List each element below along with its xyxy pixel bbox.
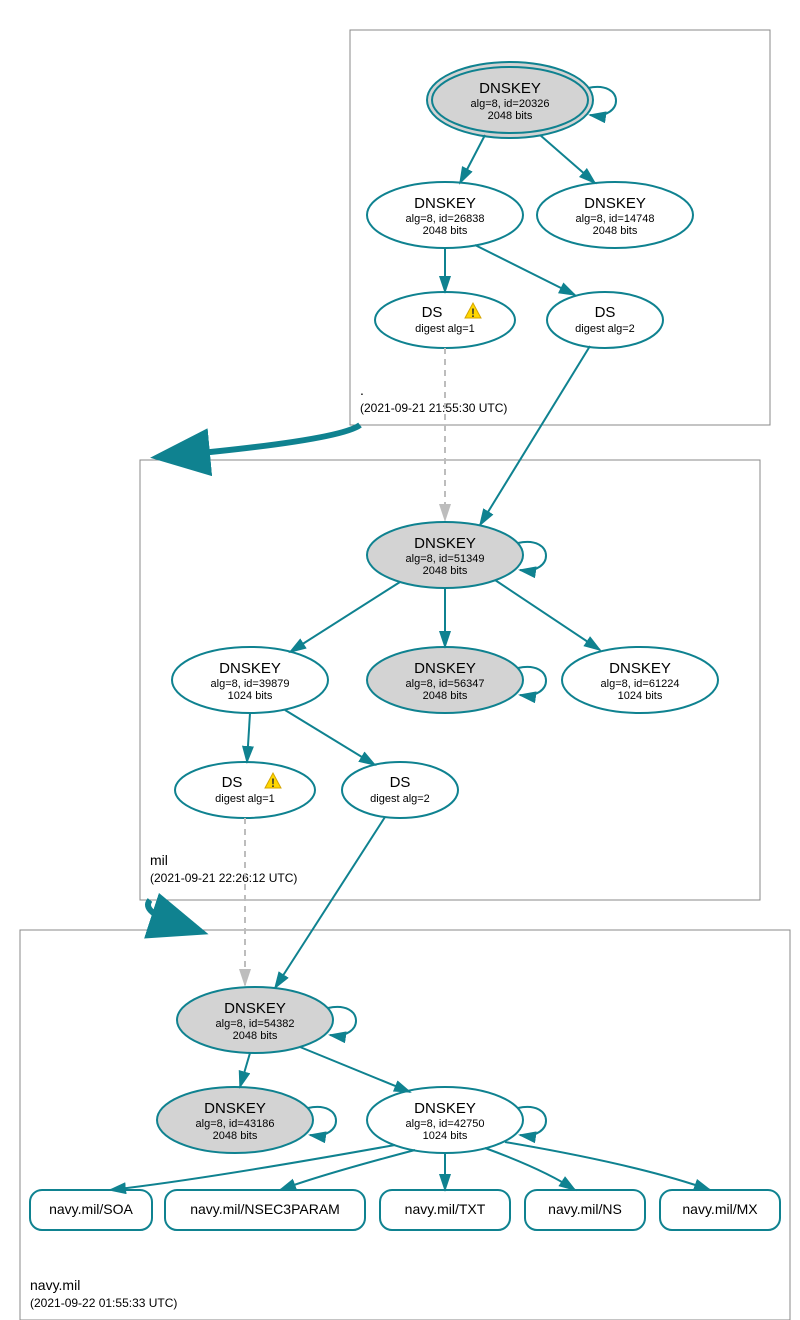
svg-text:DNSKEY: DNSKEY — [479, 80, 541, 97]
svg-text:digest alg=2: digest alg=2 — [575, 323, 635, 335]
edge — [460, 135, 485, 183]
zone-navy-time: (2021-09-22 01:55:33 UTC) — [30, 1296, 177, 1310]
root-ds2-node: DS digest alg=2 — [547, 292, 663, 348]
svg-text:alg=8, id=14748: alg=8, id=14748 — [576, 213, 655, 225]
svg-text:1024 bits: 1024 bits — [228, 690, 273, 702]
rr-nsec3param: navy.mil/NSEC3PARAM — [165, 1190, 365, 1230]
rr-soa: navy.mil/SOA — [30, 1190, 152, 1230]
svg-text:2048 bits: 2048 bits — [423, 225, 468, 237]
edge — [480, 346, 590, 525]
svg-text:1024 bits: 1024 bits — [423, 1130, 468, 1142]
svg-text:DNSKEY: DNSKEY — [414, 195, 476, 212]
root-zsk2-node: DNSKEY alg=8, id=14748 2048 bits — [537, 182, 693, 248]
navy-ksk-node: DNSKEY alg=8, id=54382 2048 bits — [177, 987, 333, 1053]
rr-txt: navy.mil/TXT — [380, 1190, 510, 1230]
root-zsk1-node: DNSKEY alg=8, id=26838 2048 bits — [367, 182, 523, 248]
zone-root-time: (2021-09-21 21:55:30 UTC) — [360, 401, 507, 415]
svg-text:navy.mil/SOA: navy.mil/SOA — [49, 1201, 133, 1217]
svg-text:DNSKEY: DNSKEY — [414, 1100, 476, 1117]
svg-text:2048 bits: 2048 bits — [488, 110, 533, 122]
svg-text:alg=8, id=54382: alg=8, id=54382 — [216, 1018, 295, 1030]
svg-text:1024 bits: 1024 bits — [618, 690, 663, 702]
edge — [280, 1150, 415, 1190]
svg-text:digest alg=1: digest alg=1 — [215, 793, 275, 805]
svg-text:!: ! — [471, 306, 475, 320]
mil-zsk2-node: DNSKEY alg=8, id=56347 2048 bits — [367, 647, 523, 713]
edge — [290, 582, 400, 652]
mil-ds1-node: DS digest alg=1 ! — [175, 762, 315, 818]
svg-text:alg=8, id=20326: alg=8, id=20326 — [471, 98, 550, 110]
rr-ns: navy.mil/NS — [525, 1190, 645, 1230]
svg-text:DNSKEY: DNSKEY — [609, 660, 671, 677]
edge — [540, 135, 595, 183]
edge — [505, 1142, 710, 1190]
mil-zsk3-node: DNSKEY alg=8, id=61224 1024 bits — [562, 647, 718, 713]
svg-text:alg=8, id=61224: alg=8, id=61224 — [601, 678, 680, 690]
svg-text:DS: DS — [390, 774, 411, 791]
edge — [285, 710, 375, 765]
svg-text:2048 bits: 2048 bits — [423, 690, 468, 702]
svg-text:DNSKEY: DNSKEY — [204, 1100, 266, 1117]
svg-text:DS: DS — [595, 304, 616, 321]
svg-text:DS: DS — [222, 774, 243, 791]
edge — [240, 1053, 250, 1087]
svg-text:digest alg=2: digest alg=2 — [370, 793, 430, 805]
svg-text:2048 bits: 2048 bits — [233, 1030, 278, 1042]
svg-text:navy.mil/MX: navy.mil/MX — [682, 1201, 758, 1217]
navy-zsk2-node: DNSKEY alg=8, id=42750 1024 bits — [367, 1087, 523, 1153]
svg-text:alg=8, id=43186: alg=8, id=43186 — [196, 1118, 275, 1130]
svg-text:DNSKEY: DNSKEY — [414, 535, 476, 552]
svg-text:alg=8, id=26838: alg=8, id=26838 — [406, 213, 485, 225]
edge — [300, 1047, 410, 1092]
svg-text:2048 bits: 2048 bits — [593, 225, 638, 237]
mil-ds2-node: DS digest alg=2 — [342, 762, 458, 818]
edge — [485, 1148, 575, 1190]
edge — [275, 817, 385, 988]
svg-text:2048 bits: 2048 bits — [423, 565, 468, 577]
svg-text:alg=8, id=39879: alg=8, id=39879 — [211, 678, 290, 690]
zone-root-label: . — [360, 382, 364, 398]
svg-text:alg=8, id=56347: alg=8, id=56347 — [406, 678, 485, 690]
edge — [247, 713, 250, 762]
svg-text:navy.mil/NSEC3PARAM: navy.mil/NSEC3PARAM — [190, 1201, 340, 1217]
svg-text:alg=8, id=51349: alg=8, id=51349 — [406, 553, 485, 565]
svg-text:DNSKEY: DNSKEY — [219, 660, 281, 677]
delegation-arrow-root-mil — [180, 425, 360, 455]
edge — [475, 245, 575, 295]
svg-text:digest alg=1: digest alg=1 — [415, 323, 475, 335]
root-ksk-node: DNSKEY alg=8, id=20326 2048 bits — [427, 62, 593, 138]
svg-text:alg=8, id=42750: alg=8, id=42750 — [406, 1118, 485, 1130]
delegation-arrow-mil-navy — [148, 900, 180, 925]
rr-mx: navy.mil/MX — [660, 1190, 780, 1230]
root-ds1-node: DS digest alg=1 ! — [375, 292, 515, 348]
mil-zsk1-node: DNSKEY alg=8, id=39879 1024 bits — [172, 647, 328, 713]
svg-text:!: ! — [271, 776, 275, 790]
navy-zsk1-node: DNSKEY alg=8, id=43186 2048 bits — [157, 1087, 313, 1153]
svg-text:DNSKEY: DNSKEY — [224, 1000, 286, 1017]
zone-mil-time: (2021-09-21 22:26:12 UTC) — [150, 871, 297, 885]
mil-ksk-node: DNSKEY alg=8, id=51349 2048 bits — [367, 522, 523, 588]
zone-navy-label: navy.mil — [30, 1277, 80, 1293]
svg-text:DNSKEY: DNSKEY — [584, 195, 646, 212]
svg-text:navy.mil/TXT: navy.mil/TXT — [405, 1201, 486, 1217]
zone-mil-label: mil — [150, 852, 168, 868]
svg-text:DNSKEY: DNSKEY — [414, 660, 476, 677]
svg-text:2048 bits: 2048 bits — [213, 1130, 258, 1142]
svg-text:navy.mil/NS: navy.mil/NS — [548, 1201, 622, 1217]
svg-text:DS: DS — [422, 304, 443, 321]
edge — [495, 580, 600, 650]
